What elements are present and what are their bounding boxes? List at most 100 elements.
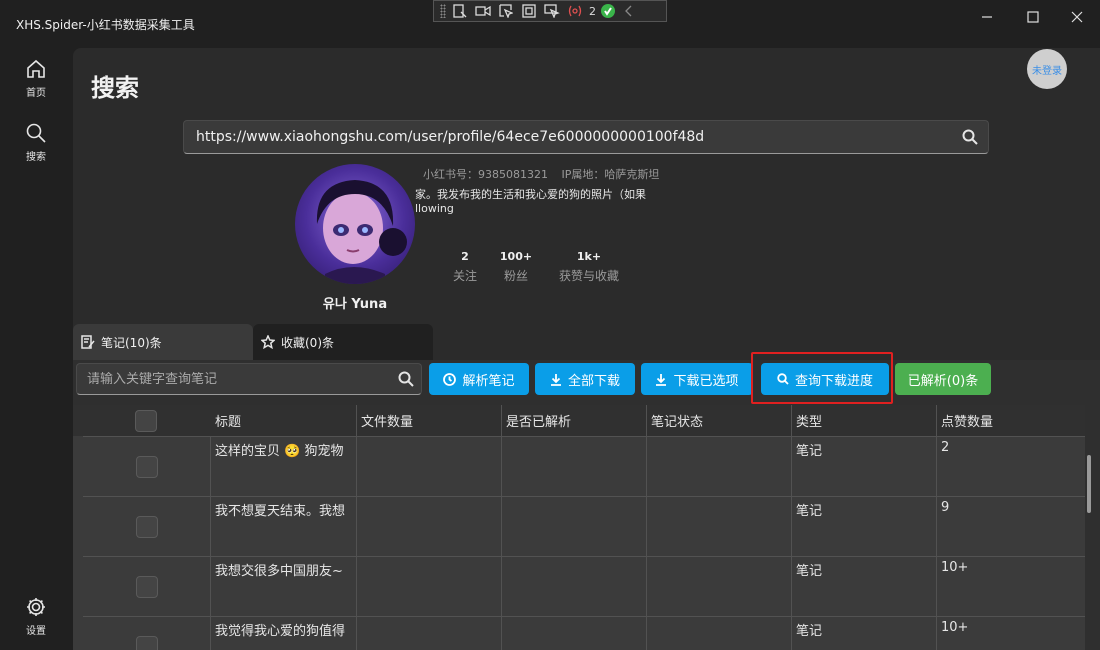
table-row[interactable]: 我想交很多中国朋友~ 笔记 10+ — [83, 556, 1085, 617]
download-selected-button[interactable]: 下载已选项 — [641, 363, 753, 395]
parse-notes-label: 解析笔记 — [462, 373, 515, 389]
toolbar-grip-icon[interactable] — [440, 4, 446, 18]
cell-title: 这样的宝贝 🥺 狗宠物 — [211, 437, 357, 497]
row-check-cell[interactable] — [83, 617, 211, 650]
cell-parsed — [502, 557, 647, 617]
cell-title: 我想交很多中国朋友~ — [211, 557, 357, 617]
avatar-illustration-icon — [316, 180, 407, 284]
user-bio: 家。我发布我的生活和我心爱的狗的照片（如果 llowing — [415, 188, 673, 216]
close-icon — [1071, 11, 1083, 23]
table-row[interactable]: 这样的宝贝 🥺 狗宠物 笔记 2 — [83, 436, 1085, 497]
table-row[interactable]: 我不想夏天结束。我想 笔记 9 — [83, 496, 1085, 557]
row-check-cell[interactable] — [83, 437, 211, 497]
close-button[interactable] — [1054, 0, 1100, 34]
search-icon — [962, 129, 978, 145]
clock-icon — [443, 372, 457, 386]
fans-label: 粉丝 — [503, 269, 528, 283]
cell-parsed — [502, 497, 647, 557]
display-layout-adorners-icon[interactable] — [520, 3, 538, 19]
cell-parsed — [502, 437, 647, 497]
stat-fans: 100+ 粉丝 — [493, 250, 539, 284]
col-title[interactable]: 标题 — [211, 405, 357, 436]
following-label: 关注 — [452, 269, 477, 283]
table-row[interactable]: 我觉得我心爱的狗值得 笔记 10+ — [83, 616, 1085, 650]
col-file-count[interactable]: 文件数量 — [357, 405, 502, 436]
row-checkbox[interactable] — [135, 576, 158, 598]
col-type[interactable]: 类型 — [792, 405, 937, 436]
col-parsed[interactable]: 是否已解析 — [502, 405, 647, 436]
parsed-count-button[interactable]: 已解析(0)条 — [895, 363, 991, 395]
row-checkbox[interactable] — [135, 636, 158, 650]
row-checkbox[interactable] — [135, 456, 158, 478]
minimize-button[interactable] — [964, 0, 1010, 34]
xaml-debug-toolbar: 2 — [433, 0, 667, 22]
binding-failures-icon[interactable] — [566, 3, 584, 19]
notes-toolbar: 解析笔记 全部下载 下载已选项 查询下载进度 已解析(0)条 — [73, 360, 1100, 405]
row-check-cell[interactable] — [83, 497, 211, 557]
title-bar: XHS.Spider-小红书数据采集工具 2 — [0, 0, 1100, 40]
likes-label: 获赞与收藏 — [558, 269, 619, 283]
tab-collects-label: 收藏(0)条 — [281, 335, 334, 350]
table-header: 标题 文件数量 是否已解析 笔记状态 类型 点赞数量 — [73, 405, 1085, 436]
download-selected-label: 下载已选项 — [673, 373, 739, 389]
row-check-cell[interactable] — [83, 557, 211, 617]
cell-status — [647, 617, 792, 650]
cell-likes: 10+ — [941, 560, 969, 575]
url-search-button[interactable] — [952, 129, 988, 145]
select-element-icon[interactable] — [497, 3, 515, 19]
nav-item-settings[interactable]: 设置 — [0, 596, 72, 637]
row-checkbox[interactable] — [135, 516, 158, 538]
select-all-cell[interactable] — [73, 405, 211, 436]
record-icon[interactable] — [474, 3, 492, 19]
cell-files — [357, 557, 502, 617]
login-avatar-button[interactable]: 未登录 — [1027, 49, 1067, 89]
tab-collects[interactable]: 收藏(0)条 — [253, 324, 433, 360]
search-icon — [398, 371, 414, 387]
url-search-input[interactable] — [184, 129, 952, 145]
live-visual-tree-icon[interactable] — [451, 3, 469, 19]
note-edit-icon — [81, 335, 95, 349]
table-scrollbar[interactable] — [1085, 405, 1100, 650]
cell-status — [647, 437, 792, 497]
maximize-button[interactable] — [1010, 0, 1056, 34]
track-focused-element-icon[interactable] — [543, 3, 561, 19]
col-likes[interactable]: 点赞数量 — [937, 405, 1085, 436]
cell-parsed — [502, 617, 647, 650]
table-scroll-thumb[interactable] — [1087, 455, 1091, 513]
home-icon — [27, 59, 45, 78]
main-panel: 搜索 未登录 유나 Yuna 小红书号：9385081321 IP属地：哈萨克斯… — [73, 48, 1100, 650]
download-icon — [550, 373, 561, 386]
select-all-checkbox[interactable] — [135, 409, 157, 432]
cell-likes: 10+ — [941, 620, 969, 635]
stat-likes: 1k+ 获赞与收藏 — [551, 250, 627, 284]
minimize-icon — [982, 16, 992, 18]
page-title: 搜索 — [91, 74, 139, 102]
download-all-button[interactable]: 全部下载 — [535, 363, 635, 395]
cell-files — [357, 437, 502, 497]
nav-search-label: 搜索 — [26, 152, 46, 163]
likes-count: 1k+ — [576, 250, 602, 263]
nav-item-home[interactable]: 首页 — [0, 58, 72, 99]
gear-icon — [27, 598, 45, 616]
nav-item-search[interactable]: 搜索 — [0, 122, 72, 163]
nav-home-label: 首页 — [26, 88, 46, 99]
parse-notes-button[interactable]: 解析笔记 — [429, 363, 529, 395]
collapse-chevron-icon[interactable] — [620, 3, 638, 19]
hot-reload-ok-icon[interactable] — [601, 4, 615, 18]
cell-status — [647, 497, 792, 557]
tab-notes[interactable]: 笔记(10)条 — [73, 324, 253, 360]
col-note-status[interactable]: 笔记状态 — [647, 405, 792, 436]
red-id: 小红书号：9385081321 — [423, 168, 548, 181]
ip-location: IP属地：哈萨克斯坦 — [561, 168, 660, 181]
user-avatar — [295, 164, 415, 284]
keyword-search-box[interactable] — [76, 363, 422, 395]
cell-type: 笔记 — [792, 617, 937, 650]
keyword-input[interactable] — [77, 371, 391, 387]
parsed-count-label: 已解析(0)条 — [907, 373, 979, 389]
bio-line: llowing — [415, 202, 454, 215]
tab-notes-label: 笔记(10)条 — [101, 335, 162, 350]
keyword-search-button[interactable] — [391, 371, 421, 387]
following-count: 2 — [461, 250, 469, 263]
url-search-box[interactable] — [183, 120, 989, 154]
user-meta: 小红书号：9385081321 IP属地：哈萨克斯坦 — [423, 166, 669, 182]
